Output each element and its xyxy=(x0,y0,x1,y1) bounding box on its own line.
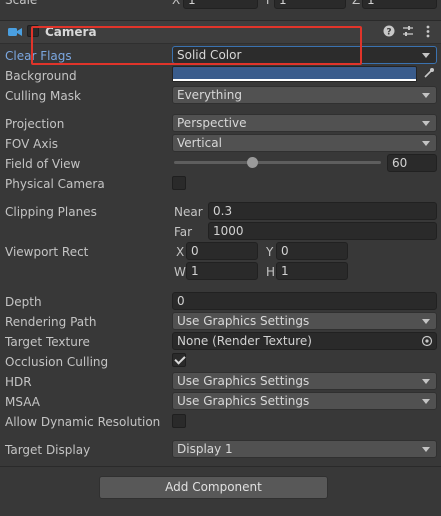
viewport-w-input[interactable]: 1 xyxy=(186,262,258,280)
target-display-dropdown[interactable]: Display 1 xyxy=(172,440,437,458)
physical-camera-checkbox[interactable] xyxy=(172,176,186,190)
scale-z-label: Z xyxy=(352,0,361,7)
target-texture-label: Target Texture xyxy=(5,335,90,349)
fov-axis-dropdown[interactable]: Vertical xyxy=(172,134,437,152)
rendering-path-dropdown[interactable]: Use Graphics Settings xyxy=(172,312,437,330)
scale-x-field[interactable]: 1 xyxy=(183,0,258,9)
viewport-x-label: X xyxy=(176,245,185,259)
scale-row: Scale X 1 Y 1 Z 1 xyxy=(0,0,441,9)
viewport-rect-label: Viewport Rect xyxy=(5,245,89,259)
chevron-down-icon xyxy=(422,141,430,146)
preset-settings-icon[interactable] xyxy=(402,25,414,37)
culling-mask-label: Culling Mask xyxy=(5,89,81,103)
scale-y-field[interactable]: 1 xyxy=(274,0,346,9)
object-picker-icon[interactable] xyxy=(421,335,433,347)
projection-dropdown[interactable]: Perspective xyxy=(172,114,437,132)
occlusion-culling-label: Occlusion Culling xyxy=(5,355,109,369)
occlusion-culling-checkbox[interactable] xyxy=(172,353,186,367)
chevron-down-icon xyxy=(422,399,430,404)
field-of-view-input[interactable]: 60 xyxy=(387,154,437,172)
viewport-y-input[interactable]: 0 xyxy=(276,242,348,260)
section-divider xyxy=(0,466,441,467)
projection-label: Projection xyxy=(5,117,65,131)
near-input[interactable]: 0.3 xyxy=(208,202,437,220)
eyedropper-icon[interactable] xyxy=(423,67,435,79)
chevron-down-icon xyxy=(422,93,430,98)
hdr-dropdown[interactable]: Use Graphics Settings xyxy=(172,372,437,390)
chevron-down-icon xyxy=(422,447,430,452)
msaa-dropdown[interactable]: Use Graphics Settings xyxy=(172,392,437,410)
camera-icon xyxy=(8,26,22,38)
scale-y-label: Y xyxy=(264,0,272,7)
clipping-planes-label: Clipping Planes xyxy=(5,205,97,219)
physical-camera-label: Physical Camera xyxy=(5,177,105,191)
scale-x-label: X xyxy=(172,0,181,7)
msaa-label: MSAA xyxy=(5,395,40,409)
add-component-label: Add Component xyxy=(165,480,262,494)
scale-label: Scale xyxy=(5,0,38,7)
chevron-down-icon xyxy=(422,53,430,58)
annotation-highlight-rectangle xyxy=(31,26,362,65)
field-of-view-label: Field of View xyxy=(5,157,81,171)
target-texture-object-field[interactable]: None (Render Texture) xyxy=(172,332,437,350)
svg-text:?: ? xyxy=(386,28,391,38)
add-component-button[interactable]: Add Component xyxy=(99,476,328,499)
field-of-view-slider-track[interactable] xyxy=(174,161,381,164)
hdr-label: HDR xyxy=(5,375,32,389)
viewport-h-input[interactable]: 1 xyxy=(276,262,348,280)
help-icon[interactable]: ? xyxy=(383,25,395,38)
scale-z-field[interactable]: 1 xyxy=(362,0,437,9)
chevron-down-icon xyxy=(422,319,430,324)
background-color-field[interactable] xyxy=(172,66,417,82)
viewport-x-input[interactable]: 0 xyxy=(186,242,258,260)
more-options-icon[interactable] xyxy=(425,25,431,38)
allow-dynamic-resolution-label: Allow Dynamic Resolution xyxy=(5,415,161,429)
viewport-w-label: W xyxy=(174,265,186,279)
far-label: Far xyxy=(174,225,193,239)
allow-dynamic-resolution-checkbox[interactable] xyxy=(172,414,186,428)
culling-mask-dropdown[interactable]: Everything xyxy=(172,86,437,104)
background-label: Background xyxy=(5,69,77,83)
viewport-h-label: H xyxy=(266,265,276,279)
chevron-down-icon xyxy=(422,379,430,384)
depth-input[interactable]: 0 xyxy=(172,292,437,310)
near-label: Near xyxy=(174,205,203,219)
depth-label: Depth xyxy=(5,295,42,309)
fov-axis-label: FOV Axis xyxy=(5,137,59,151)
viewport-y-label: Y xyxy=(266,245,274,259)
far-input[interactable]: 1000 xyxy=(208,222,437,240)
target-display-label: Target Display xyxy=(5,443,91,457)
rendering-path-label: Rendering Path xyxy=(5,315,97,329)
field-of-view-slider-thumb[interactable] xyxy=(247,157,259,168)
chevron-down-icon xyxy=(422,121,430,126)
